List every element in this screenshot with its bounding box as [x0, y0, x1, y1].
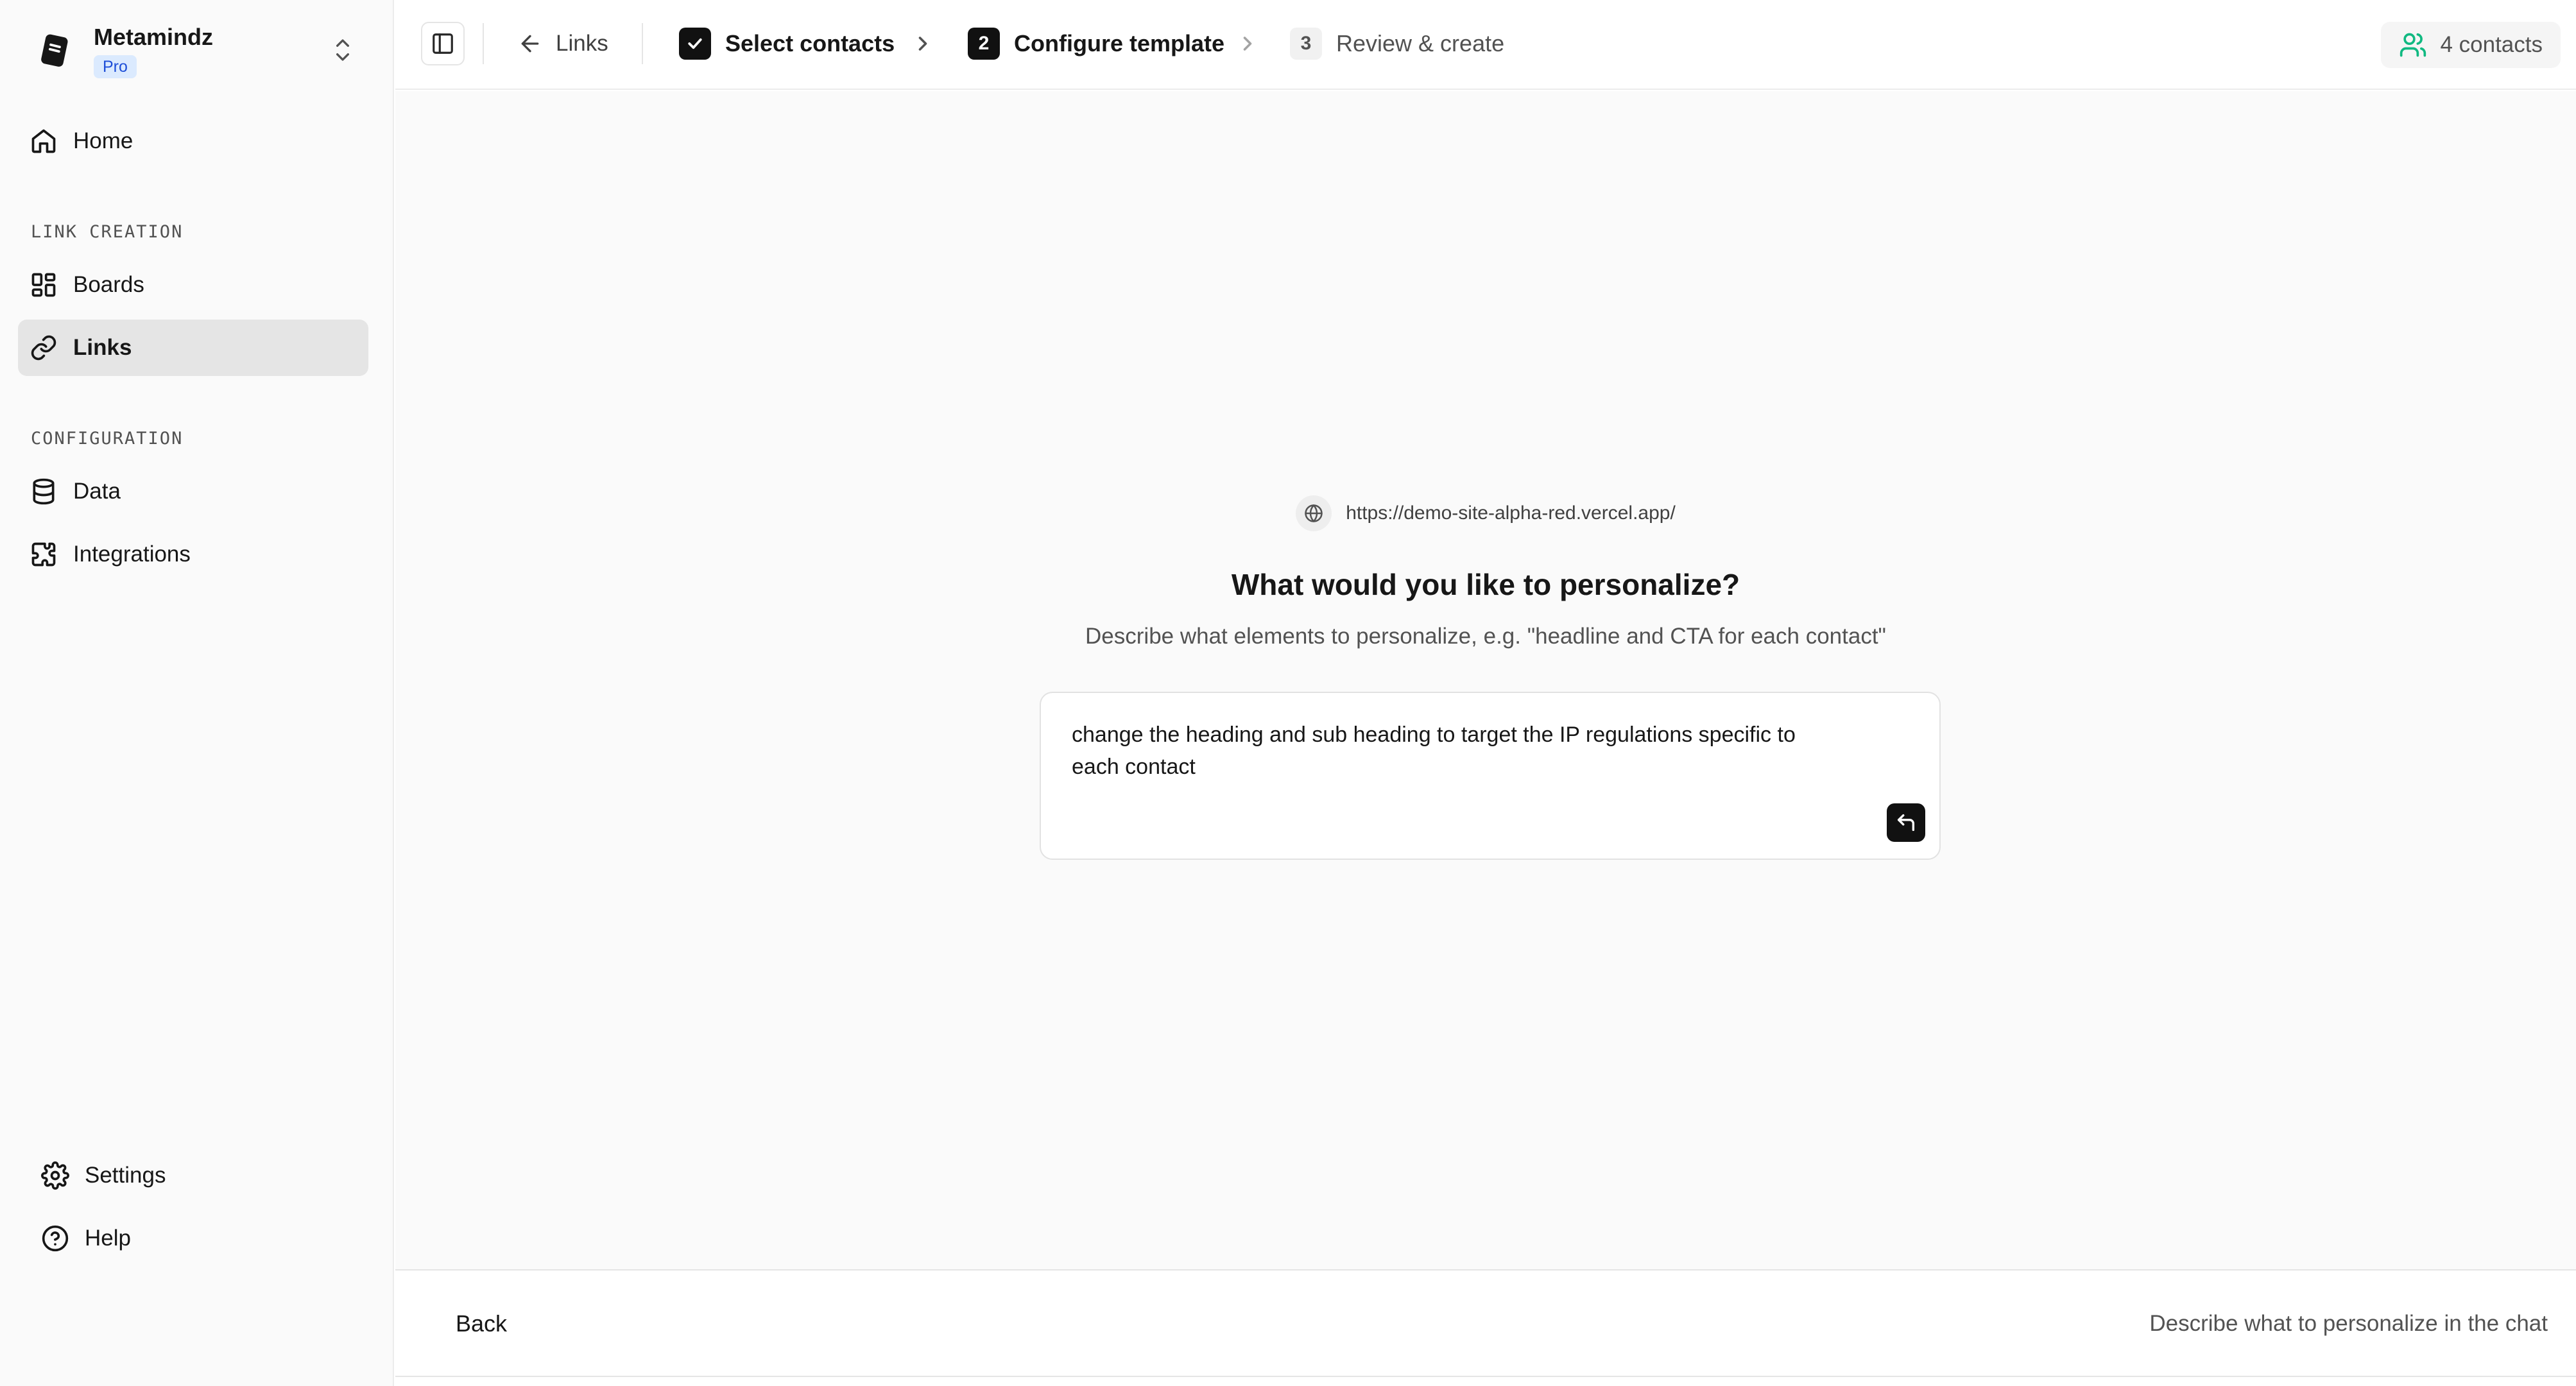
back-to-links-link[interactable]: Links: [517, 22, 608, 65]
step-label: Select contacts: [725, 30, 895, 56]
panel-left-icon: [433, 33, 453, 54]
target-url: https://demo-site-alpha-red.vercel.app/: [395, 495, 2576, 531]
help-circle-icon: [42, 1225, 69, 1252]
sidebar-item-links[interactable]: Links: [18, 320, 368, 376]
footer: Back Describe what to personalize in the…: [395, 1269, 2576, 1377]
divider: [642, 23, 643, 64]
step-label: Review & create: [1336, 30, 1505, 56]
url-text: https://demo-site-alpha-red.vercel.app/: [1346, 502, 1676, 524]
sidebar-item-boards[interactable]: Boards: [18, 257, 368, 313]
step-review-create[interactable]: 3 Review & create: [1290, 22, 1504, 65]
step-number-badge: 2: [968, 28, 1000, 60]
toggle-sidebar-button[interactable]: [421, 22, 465, 65]
step-select-contacts[interactable]: Select contacts: [679, 22, 895, 65]
home-icon: [31, 129, 56, 153]
link-icon: [31, 335, 56, 361]
prompt-box: [1040, 692, 1941, 860]
org-text: Metamindz Pro: [94, 23, 213, 78]
send-button[interactable]: [1887, 803, 1925, 842]
step-check-badge: [679, 28, 711, 60]
sidebar-item-home[interactable]: Home: [18, 113, 368, 169]
plan-badge: Pro: [94, 55, 137, 78]
sidebar-item-help[interactable]: Help: [30, 1210, 368, 1267]
chevron-right-icon: [1243, 37, 1252, 51]
top-bar: Links Select contacts 2 Configure templa…: [395, 0, 2576, 90]
sidebar-item-data[interactable]: Data: [18, 463, 368, 520]
contacts-count: 4 contacts: [2440, 32, 2543, 57]
check-icon: [688, 38, 702, 49]
org-name: Metamindz: [94, 24, 214, 50]
step-label: Configure template: [1014, 30, 1225, 56]
back-link-label: Links: [556, 31, 608, 56]
sidebar-item-settings[interactable]: Settings: [30, 1147, 368, 1204]
sidebar-item-label: Integrations: [73, 542, 191, 567]
sidebar-item-integrations[interactable]: Integrations: [18, 526, 368, 583]
puzzle-icon: [31, 542, 56, 567]
chevron-right-icon: [918, 37, 927, 51]
step-number-badge: 3: [1290, 28, 1322, 60]
contacts-count-badge[interactable]: 4 contacts: [2381, 22, 2561, 68]
section-label-link-creation: LINK CREATION: [31, 222, 184, 242]
sidebar-item-label: Links: [73, 335, 132, 360]
step-configure-template[interactable]: 2 Configure template: [968, 22, 1224, 65]
sidebar-item-label: Help: [85, 1226, 131, 1251]
gear-icon: [41, 1161, 69, 1190]
prompt-input[interactable]: [1072, 719, 1842, 796]
layout-grid-icon: [31, 273, 56, 297]
sidebar-item-label: Settings: [85, 1163, 166, 1188]
sidebar-item-label: Data: [73, 479, 121, 504]
database-icon: [33, 478, 55, 505]
footer-hint: Describe what to personalize in the chat: [2149, 1311, 2548, 1336]
divider: [483, 23, 484, 64]
notebook-logo-icon: [35, 30, 76, 71]
globe-icon: [1296, 495, 1332, 531]
users-icon: [2400, 33, 2426, 57]
page-title: What would you like to personalize?: [1231, 568, 1740, 601]
corner-up-left-icon: [1897, 814, 1915, 832]
section-label-configuration: CONFIGURATION: [31, 429, 184, 449]
sidebar: Metamindz Pro Home LINK CREATION Boards …: [0, 0, 394, 1386]
main-content: https://demo-site-alpha-red.vercel.app/ …: [395, 91, 2576, 1269]
back-button[interactable]: Back: [442, 1295, 521, 1353]
arrow-left-icon: [521, 35, 539, 53]
chevrons-up-down-icon[interactable]: [330, 33, 356, 67]
page-subtitle: Describe what elements to personalize, e…: [1085, 624, 1886, 649]
sidebar-item-label: Home: [73, 128, 133, 153]
sidebar-item-label: Boards: [73, 272, 144, 297]
org-switcher[interactable]: Metamindz Pro: [35, 23, 213, 78]
